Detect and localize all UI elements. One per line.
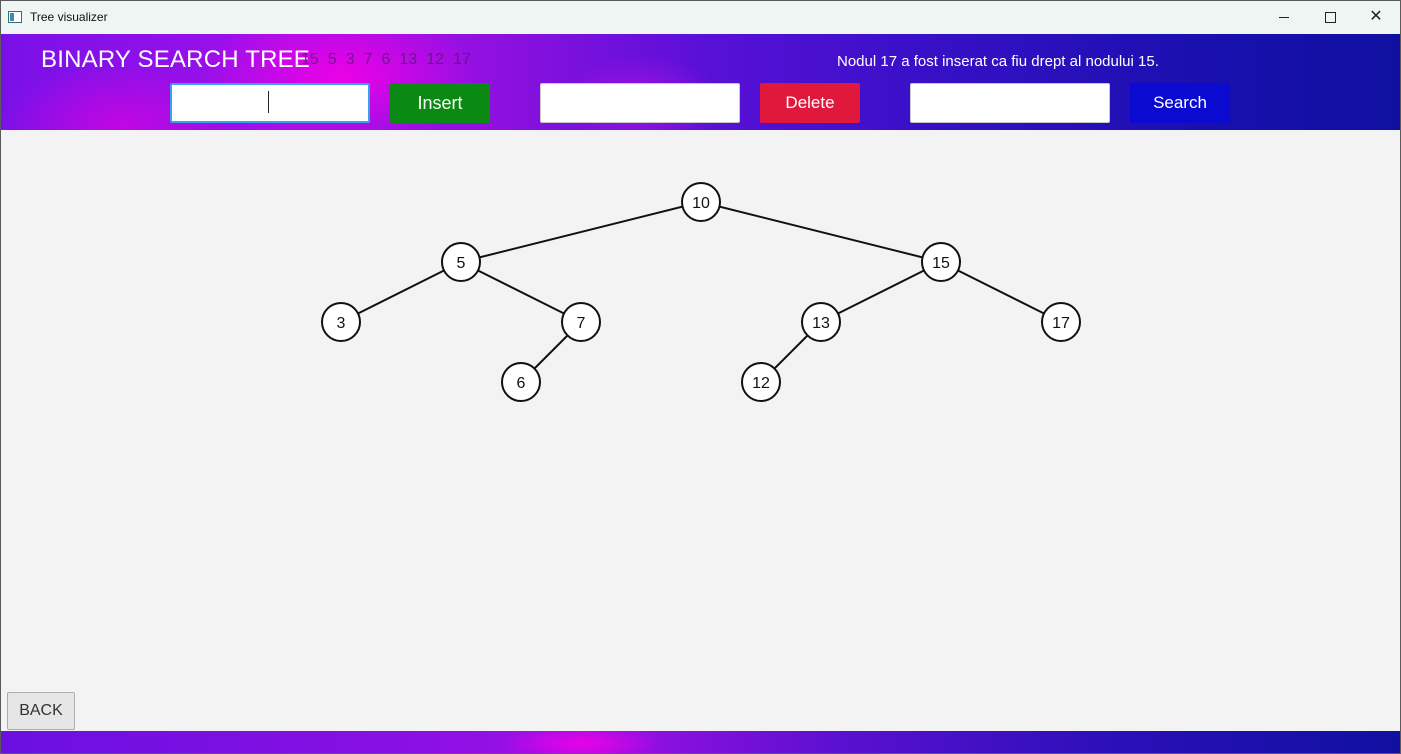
tree-edge [940,261,1062,323]
inserted-value: 3 [345,51,355,68]
tree-node: 15 [921,242,961,282]
tree-node: 7 [561,302,601,342]
header-toolbar: BINARY SEARCH TREE 15 5 3 7 6 13 12 17 N… [1,34,1400,130]
tree-node: 5 [441,242,481,282]
inserted-values-list: 15 5 3 7 6 13 12 17 [301,51,480,69]
tree-node-label: 13 [812,315,830,332]
tree-canvas: 10 5 15 3 7 13 17 6 12 [1,130,1400,730]
page-title: BINARY SEARCH TREE [41,46,311,73]
inserted-value: 12 [426,51,445,68]
tree-edge [340,261,462,323]
tree-edge [460,261,582,323]
tree-node-label: 7 [577,315,586,332]
tree-node: 17 [1041,302,1081,342]
tree-node-label: 5 [457,255,466,272]
search-button[interactable]: Search [1130,83,1230,123]
maximize-button[interactable] [1307,1,1353,33]
delete-input[interactable] [540,83,740,123]
app-icon [8,11,22,23]
tree-node-label: 10 [692,195,710,212]
minimize-icon [1279,16,1289,18]
title-bar: Tree visualizer ✕ [1,1,1400,33]
tree-edge [460,201,702,263]
tree-node-label: 17 [1052,315,1070,332]
insert-input[interactable] [170,83,370,123]
tree-node: 12 [741,362,781,402]
tree-node: 13 [801,302,841,342]
tree-diagram: 10 5 15 3 7 13 17 6 12 [321,182,1081,402]
tree-node-label: 6 [517,375,526,392]
inserted-value: 15 [301,51,319,68]
close-icon: ✕ [1369,8,1383,25]
inserted-value: 6 [381,51,391,68]
close-button[interactable]: ✕ [1353,1,1399,33]
delete-button[interactable]: Delete [760,83,860,123]
tree-node: 10 [681,182,721,222]
window-title: Tree visualizer [30,10,108,24]
insert-button[interactable]: Insert [390,83,490,123]
tree-node-label: 3 [337,315,346,332]
maximize-icon [1324,11,1336,23]
tree-node-label: 15 [932,255,950,272]
inserted-value: 13 [399,51,418,68]
tree-edge [700,201,942,263]
tree-node: 3 [321,302,361,342]
app-window: Tree visualizer ✕ BINARY SEARCH TREE 15 … [0,0,1401,754]
inserted-value: 5 [327,51,337,68]
tree-node-label: 12 [752,375,770,392]
tree-edge [820,261,942,323]
tree-node: 6 [501,362,541,402]
back-button[interactable]: BACK [7,692,75,730]
search-input[interactable] [910,83,1110,123]
inserted-value: 17 [453,51,471,68]
minimize-button[interactable] [1261,1,1307,33]
footer-bar [1,731,1400,753]
status-message: Nodul 17 a fost inserat ca fiu drept al … [837,53,1159,70]
inserted-value: 7 [363,51,373,68]
